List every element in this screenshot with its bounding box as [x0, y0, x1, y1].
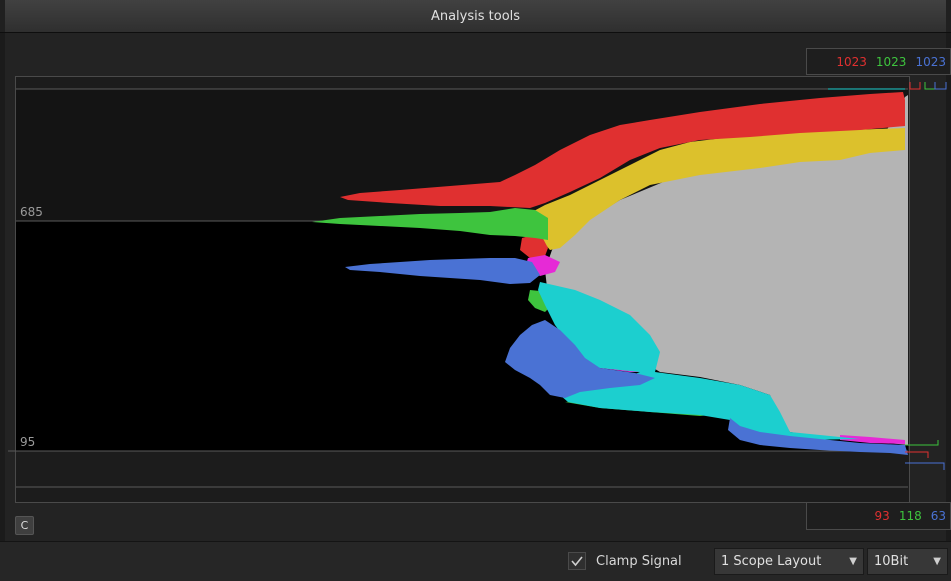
scope-layout-value: 1 Scope Layout — [721, 554, 822, 569]
green-min-marker — [905, 440, 939, 446]
scale-label-lower: 95 — [20, 435, 36, 449]
min-green-value: 118 — [898, 509, 922, 523]
clamp-signal-label: Clamp Signal — [596, 553, 682, 569]
checkmark-icon — [571, 556, 583, 567]
bit-depth-select[interactable]: 10Bit ▼ — [867, 548, 948, 575]
bit-depth-value: 10Bit — [874, 554, 909, 569]
red-min-marker — [905, 451, 929, 458]
scope-layout-select[interactable]: 1 Scope Layout ▼ — [714, 548, 864, 575]
green-max-marker — [924, 82, 936, 90]
min-red-value: 93 — [874, 509, 890, 523]
c-button[interactable]: C — [15, 516, 34, 535]
blue-min-marker — [905, 462, 945, 470]
chevron-down-icon: ▼ — [933, 556, 941, 567]
min-blue-value: 63 — [930, 509, 946, 523]
min-values-box: 93 118 63 — [806, 502, 951, 530]
blue-max-marker — [934, 82, 947, 90]
red-max-marker — [909, 82, 921, 90]
scale-label-upper: 685 — [20, 205, 43, 219]
chevron-down-icon: ▼ — [849, 556, 857, 567]
bottom-toolbar: Clamp Signal 1 Scope Layout ▼ 10Bit ▼ — [0, 541, 951, 581]
clamp-signal-toggle[interactable]: Clamp Signal — [568, 550, 682, 572]
clamp-signal-checkbox[interactable] — [568, 552, 586, 570]
histogram-scope — [8, 82, 947, 488]
